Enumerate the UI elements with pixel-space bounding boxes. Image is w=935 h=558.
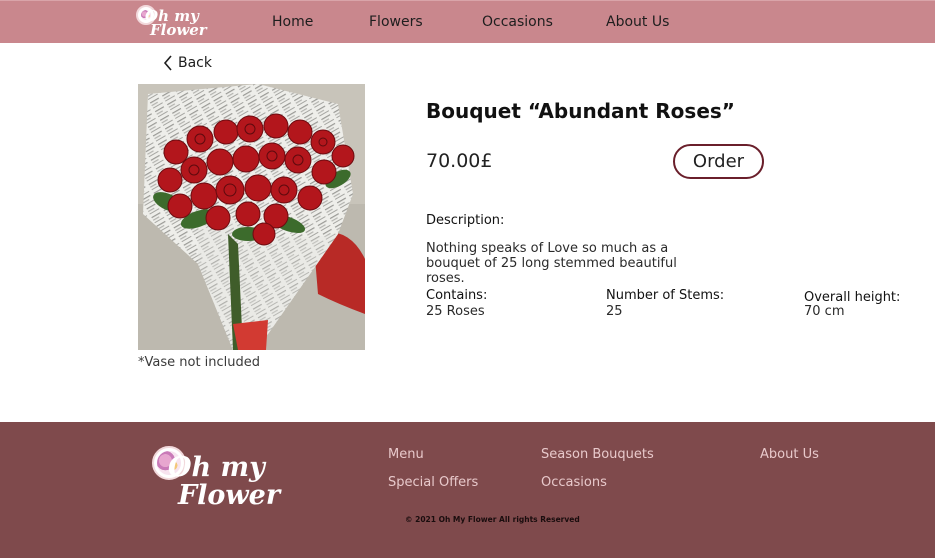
vase-not-included-note: *Vase not included xyxy=(138,355,261,370)
logo-text-line2: Flower xyxy=(150,21,207,39)
brand-logo[interactable]: Oh my Flower xyxy=(136,4,207,42)
back-link[interactable]: Back xyxy=(162,54,212,72)
contains-value: 25 Roses xyxy=(426,304,485,319)
height-value: 70 cm xyxy=(804,304,845,319)
copyright-text: © 2021 Oh My Flower All rights Reserved xyxy=(405,515,580,524)
nav-home[interactable]: Home xyxy=(272,14,313,30)
footer-link-menu[interactable]: Menu xyxy=(388,447,424,462)
site-footer: Oh my Flower Menu Season Bouquets About … xyxy=(0,422,935,558)
footer-link-occasions[interactable]: Occasions xyxy=(541,475,607,490)
product-image xyxy=(138,84,365,350)
product-price: 70.00£ xyxy=(426,150,493,172)
chevron-left-icon xyxy=(163,55,172,71)
back-label: Back xyxy=(178,55,212,71)
nav-flowers[interactable]: Flowers xyxy=(369,14,423,30)
footer-link-season-bouquets[interactable]: Season Bouquets xyxy=(541,447,654,462)
contains-label: Contains: xyxy=(426,288,488,303)
stems-label: Number of Stems: xyxy=(606,288,725,303)
description-label: Description: xyxy=(426,213,505,228)
stems-value: 25 xyxy=(606,304,623,319)
height-label: Overall height: xyxy=(804,290,901,305)
rose-bouquet-photo xyxy=(138,84,365,350)
nav-about-us[interactable]: About Us xyxy=(606,14,669,30)
order-button[interactable]: Order xyxy=(673,144,764,179)
description-text: Nothing speaks of Love so much as a bouq… xyxy=(426,241,677,286)
footer-logo-text-line1: Oh my xyxy=(168,452,265,483)
product-title: Bouquet “Abundant Roses” xyxy=(426,99,735,123)
footer-link-about-us[interactable]: About Us xyxy=(760,447,819,462)
top-navigation-bar: Oh my Flower Home Flowers Occasions Abou… xyxy=(0,0,935,43)
nav-occasions[interactable]: Occasions xyxy=(482,14,553,30)
footer-link-special-offers[interactable]: Special Offers xyxy=(388,475,478,490)
footer-brand-logo[interactable]: Oh my Flower xyxy=(152,444,280,516)
footer-logo-text-line2: Flower xyxy=(178,480,281,511)
